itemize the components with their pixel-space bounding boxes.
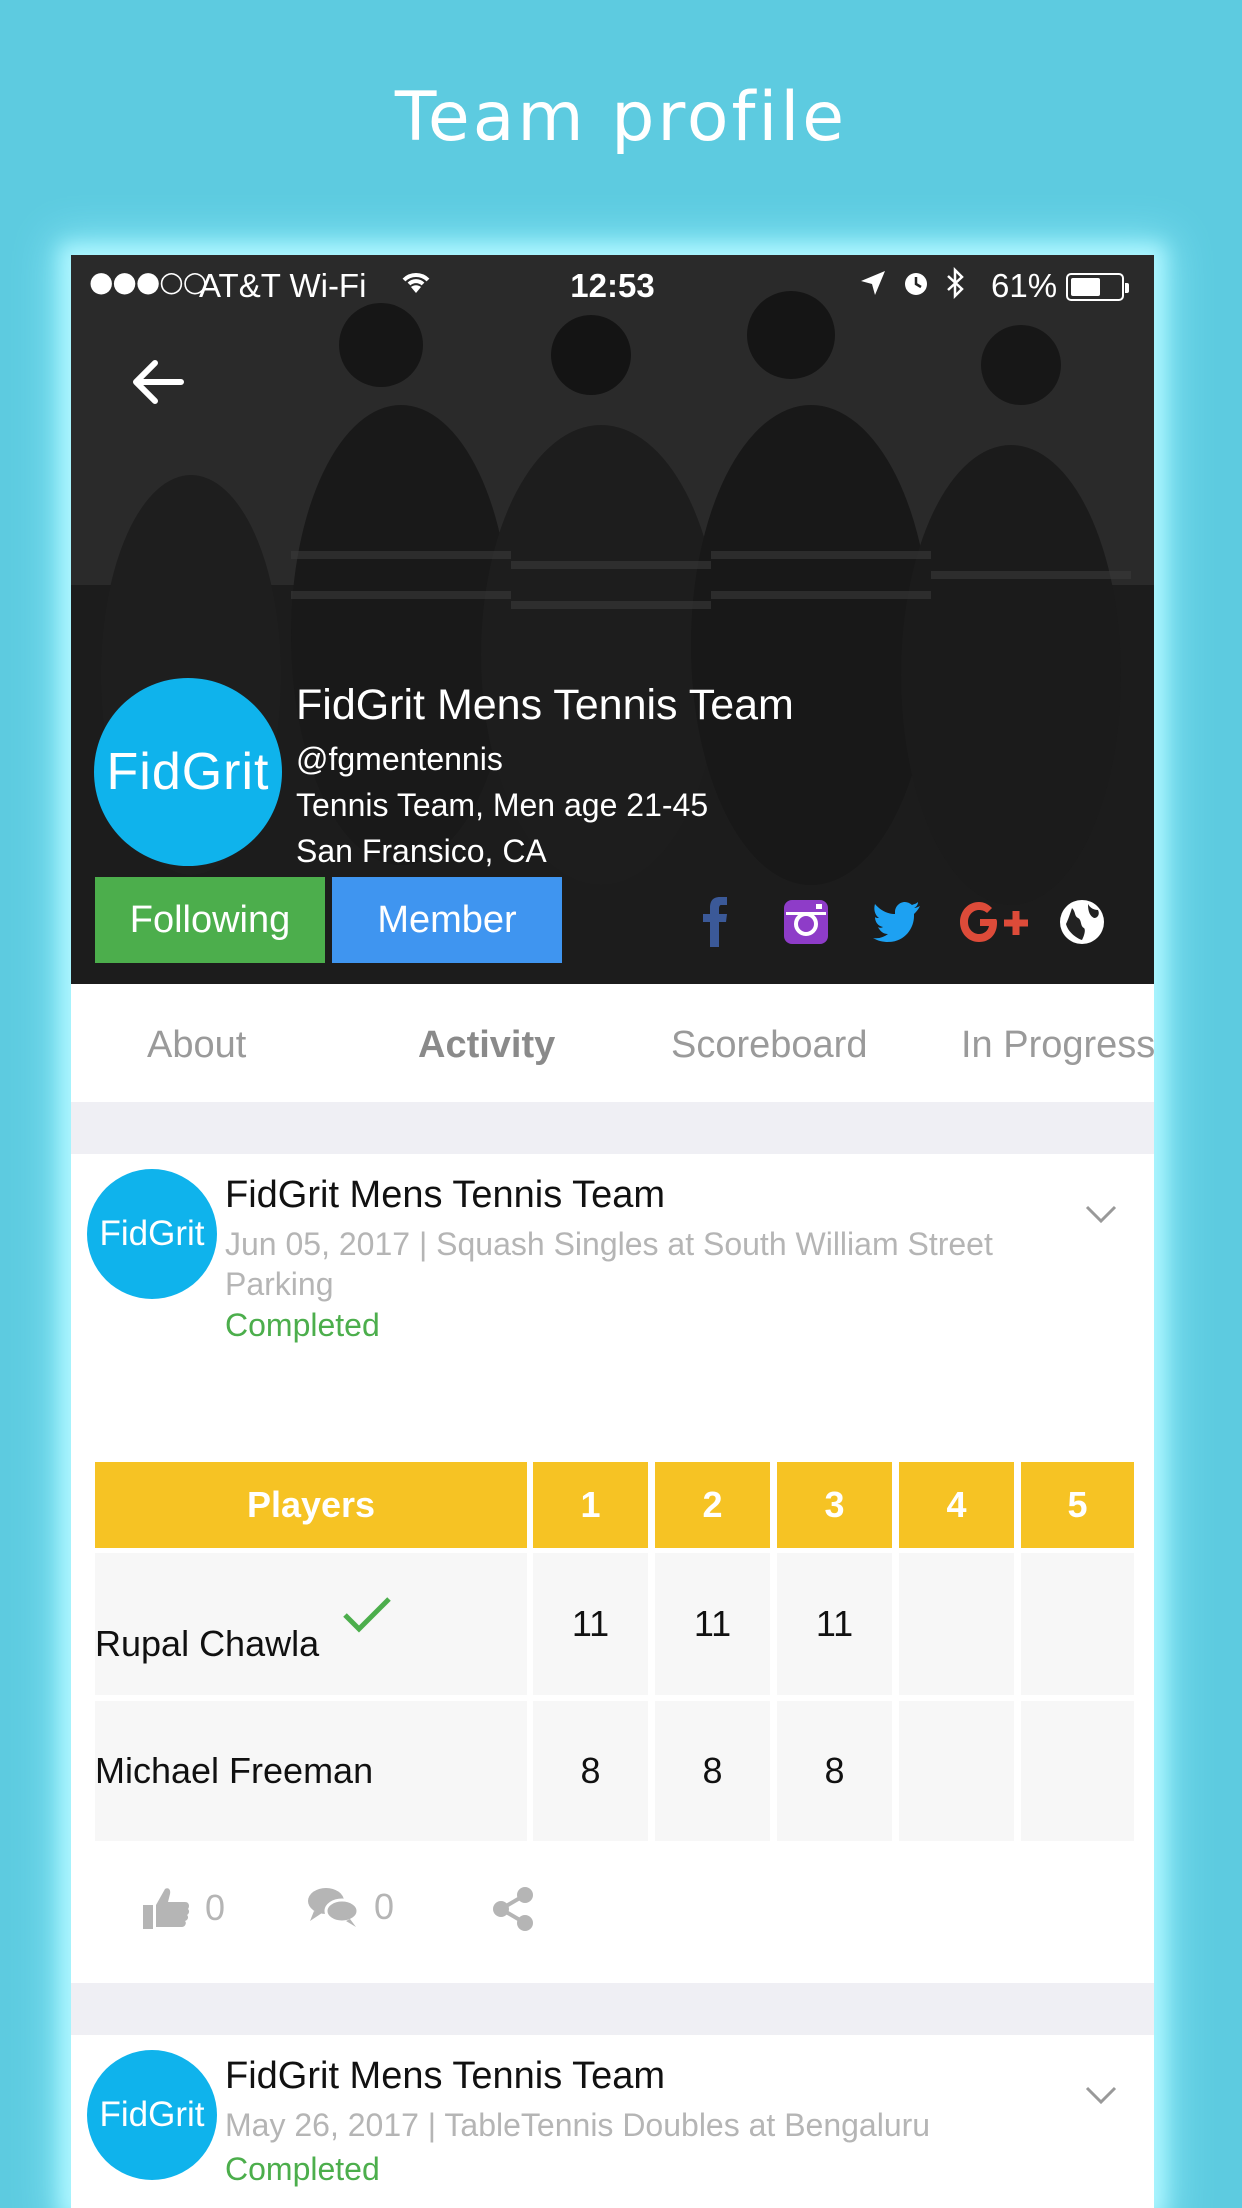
score-cell (899, 1553, 1014, 1695)
comment-count: 0 (374, 1886, 395, 1927)
battery-percent: 61% (991, 267, 1058, 304)
thumbs-up-icon (143, 1888, 190, 1929)
post-avatar[interactable]: FidGrit (87, 2050, 217, 2180)
table-header-set-1: 1 (533, 1462, 648, 1548)
google-plus-link[interactable] (956, 895, 1032, 949)
player-name: Rupal Chawla (95, 1623, 320, 1664)
chevron-down-icon[interactable] (1081, 2080, 1121, 2110)
score-cell (1021, 1553, 1134, 1695)
facebook-icon (703, 897, 727, 947)
post-status: Completed (225, 2151, 380, 2187)
table-header-set-5: 5 (1021, 1462, 1134, 1548)
twitter-icon (873, 902, 920, 942)
instagram-icon (784, 900, 828, 944)
instagram-link[interactable] (779, 895, 833, 949)
post-meta: May 26, 2017 | TableTennis Doubles at Be… (225, 2107, 931, 2143)
post-status: Completed (225, 1307, 380, 1343)
winner-check-icon (343, 1597, 391, 1633)
score-cell: 8 (777, 1701, 892, 1841)
post-title[interactable]: FidGrit Mens Tennis Team (225, 1174, 665, 1217)
tab-about[interactable]: About (147, 1024, 246, 1067)
like-count: 0 (205, 1887, 226, 1928)
section-divider (71, 1102, 1154, 1154)
table-row: Rupal Chawla (95, 1553, 527, 1695)
team-location: San Fransico, CA (296, 833, 547, 869)
following-button[interactable]: Following (95, 877, 325, 963)
team-cover: ●●●○○ AT&T Wi-Fi 12:53 61% FidGrit FidGr… (71, 255, 1154, 984)
alarm-icon (905, 273, 927, 295)
team-logo: FidGrit (94, 678, 282, 866)
score-cell (1021, 1701, 1134, 1841)
team-handle: @fgmentennis (296, 741, 503, 777)
table-row: Michael Freeman (95, 1701, 527, 1841)
post-avatar[interactable]: FidGrit (87, 1169, 217, 1299)
facebook-link[interactable] (689, 895, 743, 949)
like-button[interactable]: 0 (141, 1885, 225, 1931)
page-heading: Team profile (394, 78, 848, 157)
globe-icon (1060, 900, 1104, 944)
tab-scoreboard[interactable]: Scoreboard (671, 1024, 867, 1067)
twitter-link[interactable] (869, 895, 923, 949)
score-cell: 11 (533, 1553, 648, 1695)
battery-fill (1071, 278, 1100, 296)
table-header-set-3: 3 (777, 1462, 892, 1548)
google-plus-icon (960, 902, 1028, 942)
activity-post: FidGrit FidGrit Mens Tennis Team May 26,… (71, 2035, 1154, 2208)
score-cell: 8 (533, 1701, 648, 1841)
table-header-set-2: 2 (655, 1462, 770, 1548)
location-arrow-icon (861, 271, 885, 295)
table-header-set-4: 4 (899, 1462, 1014, 1548)
score-cell: 11 (777, 1553, 892, 1695)
share-icon (493, 1887, 533, 1931)
profile-tabs: About Activity Scoreboard In Progress (71, 984, 1154, 1102)
post-meta: Jun 05, 2017 | Squash Singles at South W… (225, 1226, 993, 1302)
comments-icon (308, 1888, 360, 1927)
team-description: Tennis Team, Men age 21-45 (296, 787, 709, 823)
score-cell: 8 (655, 1701, 770, 1841)
score-cell: 11 (655, 1553, 770, 1695)
team-cover-photo (71, 255, 1154, 984)
status-bar: ●●●○○ AT&T Wi-Fi 12:53 61% (71, 255, 1154, 315)
battery-icon (1066, 273, 1129, 301)
back-button[interactable] (123, 347, 193, 417)
player-name: Michael Freeman (95, 1750, 374, 1791)
post-title[interactable]: FidGrit Mens Tennis Team (225, 2055, 665, 2098)
comment-button[interactable]: 0 (306, 1885, 394, 1929)
member-button[interactable]: Member (332, 877, 562, 963)
team-name: FidGrit Mens Tennis Team (296, 681, 794, 729)
share-button[interactable] (489, 1885, 537, 1933)
tab-activity[interactable]: Activity (418, 1024, 555, 1067)
table-header-players: Players (95, 1462, 527, 1548)
score-cell (899, 1701, 1014, 1841)
bluetooth-icon (947, 267, 964, 299)
chevron-down-icon[interactable] (1081, 1199, 1121, 1229)
website-link[interactable] (1055, 895, 1109, 949)
section-divider (71, 1983, 1154, 2035)
status-icons (859, 267, 967, 299)
arrow-left-icon (133, 360, 184, 404)
tab-in-progress[interactable]: In Progress (961, 1024, 1154, 1067)
phone-screen: ●●●○○ AT&T Wi-Fi 12:53 61% FidGrit FidGr… (71, 255, 1154, 2208)
